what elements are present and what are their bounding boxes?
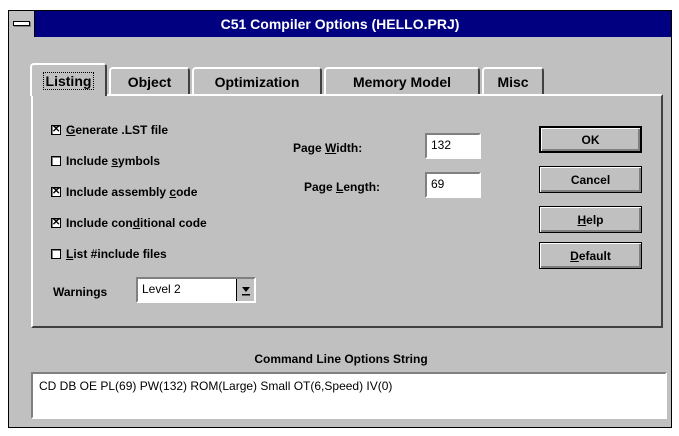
generate-lst-checkbox[interactable]: ✕ Generate .LST file: [51, 123, 168, 137]
include-assembly-code-checkbox[interactable]: ✕ Include assembly code: [51, 185, 197, 199]
checkbox-label: Include assembly code: [66, 185, 198, 199]
tab-listing[interactable]: Listing: [30, 63, 107, 96]
default-button[interactable]: Default: [539, 242, 642, 269]
window-title: C51 Compiler Options (HELLO.PRJ): [220, 16, 460, 32]
checkbox-box[interactable]: ✕: [51, 125, 61, 135]
ok-button-label: OK: [581, 132, 600, 147]
tab-misc[interactable]: Misc: [482, 67, 544, 94]
checkbox-box[interactable]: [51, 156, 61, 166]
tab-object[interactable]: Object: [109, 67, 190, 94]
tab-label: Misc: [497, 73, 529, 90]
checkbox-label: Generate .LST file: [66, 123, 169, 137]
checkbox-box[interactable]: ✕: [51, 187, 61, 197]
checkbox-label: Include symbols: [66, 154, 161, 168]
tab-label: Listing: [42, 71, 95, 90]
page-width-label: Page Width:: [293, 141, 363, 155]
tab-optimization[interactable]: Optimization: [192, 67, 322, 94]
page-length-input[interactable]: 69: [425, 172, 481, 198]
chevron-down-icon: [241, 287, 250, 296]
ok-button[interactable]: OK: [539, 126, 642, 153]
help-button-label: Help: [577, 212, 604, 227]
tab-label: Object: [127, 73, 172, 90]
tab-label: Memory Model: [352, 73, 451, 90]
warnings-label: Warnings: [53, 285, 108, 299]
warnings-select[interactable]: Level 2: [136, 277, 256, 303]
cancel-button[interactable]: Cancel: [539, 166, 642, 193]
tab-label: Optimization: [214, 73, 300, 90]
command-line-label: Command Line Options String: [254, 352, 428, 366]
dropdown-arrow-button[interactable]: [236, 279, 254, 301]
checkbox-box[interactable]: [51, 249, 61, 259]
include-symbols-checkbox[interactable]: Include symbols: [51, 154, 160, 168]
include-conditional-code-checkbox[interactable]: ✕ Include conditional code: [51, 216, 207, 230]
system-menu-button[interactable]: [9, 11, 35, 37]
warnings-value: Level 2: [142, 282, 181, 296]
title-bar[interactable]: C51 Compiler Options (HELLO.PRJ): [9, 11, 671, 37]
system-menu-icon: [13, 21, 30, 26]
page-length-label: Page Length:: [304, 180, 381, 194]
command-line-field[interactable]: CD DB OE PL(69) PW(132) ROM(Large) Small…: [31, 372, 667, 419]
tab-memory-model[interactable]: Memory Model: [324, 67, 480, 94]
cancel-button-label: Cancel: [570, 172, 611, 187]
checkbox-label: List #include files: [66, 247, 167, 261]
default-button-label: Default: [570, 248, 611, 263]
list-include-files-checkbox[interactable]: List #include files: [51, 247, 167, 261]
page-width-input[interactable]: 132: [425, 133, 481, 159]
checkbox-box[interactable]: ✕: [51, 218, 61, 228]
compiler-options-dialog: C51 Compiler Options (HELLO.PRJ) Listing…: [8, 10, 672, 428]
help-button[interactable]: Help: [539, 206, 642, 233]
checkbox-label: Include conditional code: [66, 216, 207, 230]
listing-panel: ✕ Generate .LST file Include symbols ✕ I…: [31, 94, 663, 328]
